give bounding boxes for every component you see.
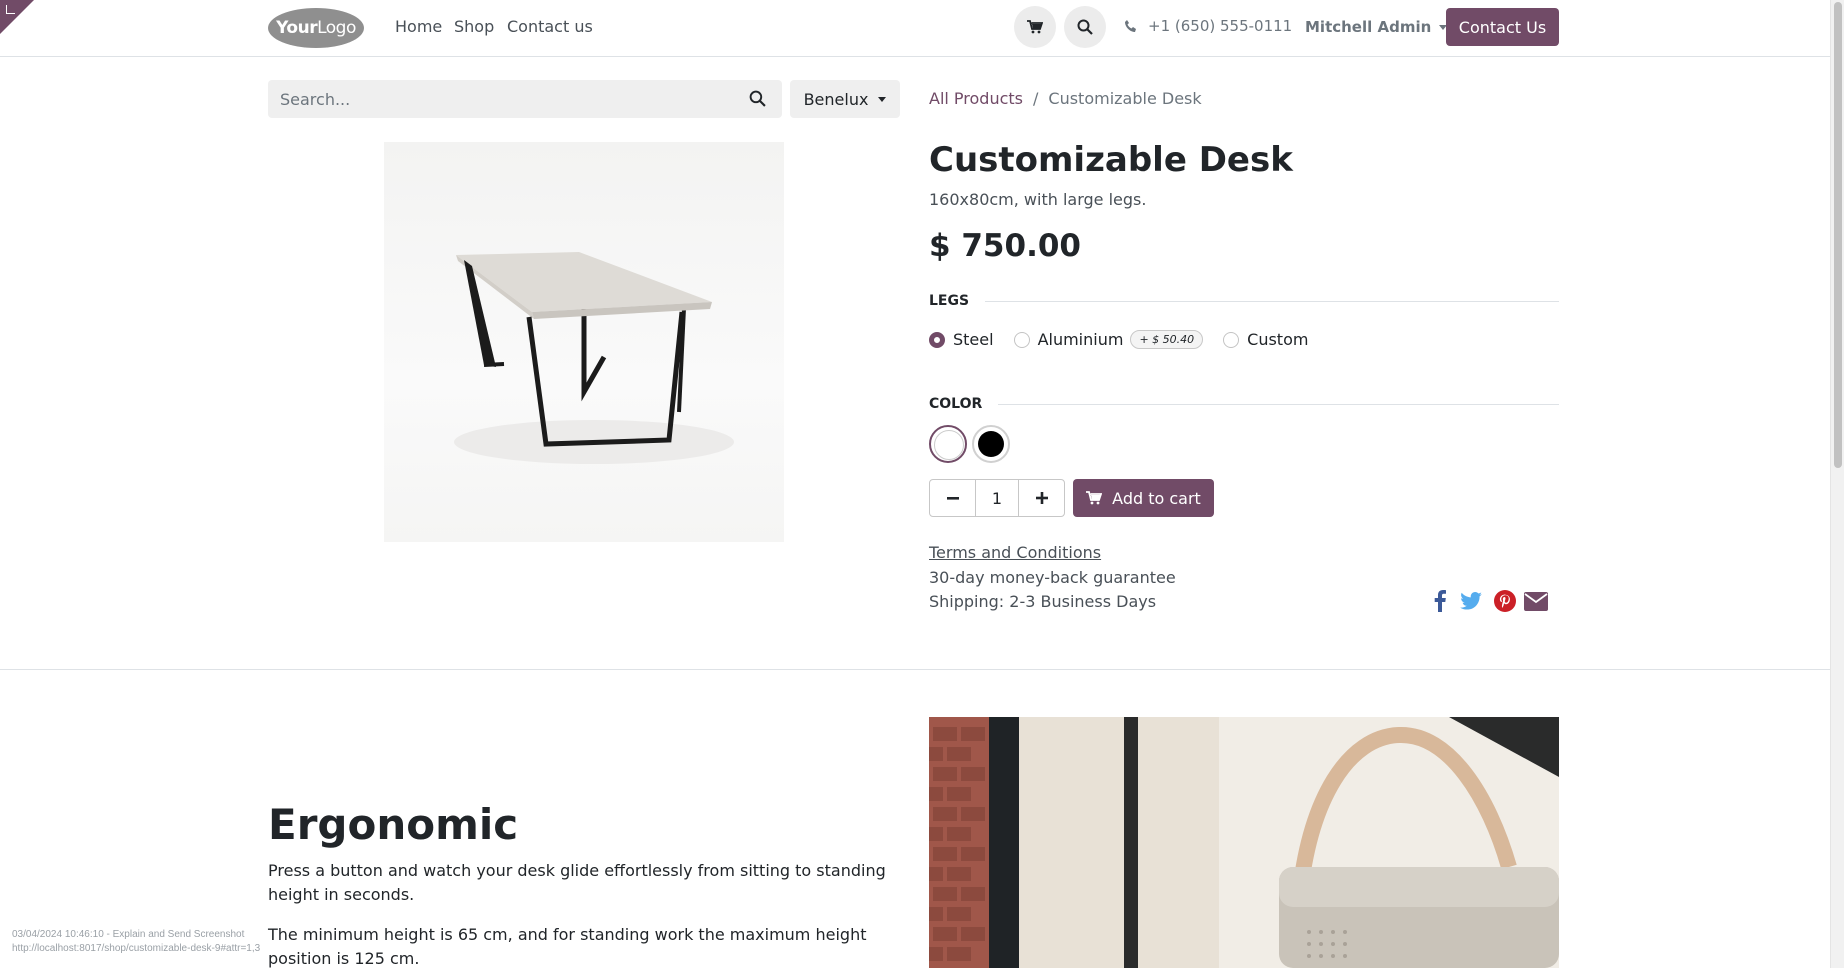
guarantee-text: 30-day money-back guarantee xyxy=(929,568,1176,587)
ergonomic-paragraph-1: Press a button and watch your desk glide… xyxy=(268,861,886,904)
share-twitter[interactable] xyxy=(1458,588,1484,614)
chevron-down-icon xyxy=(878,96,887,102)
scrollbar-thumb[interactable] xyxy=(1834,2,1842,468)
overlay-line-2: http://localhost:8017/shop/customizable-… xyxy=(12,943,261,954)
cart-icon xyxy=(1086,491,1103,505)
overlay-line-1: 03/04/2024 10:46:10 - Explain and Send S… xyxy=(12,929,245,940)
contact-us-button[interactable]: Contact Us xyxy=(1446,8,1559,46)
quantity-stepper: 1 xyxy=(929,479,1065,517)
page-scrollbar[interactable] xyxy=(1830,0,1844,968)
color-label: COLOR xyxy=(929,396,983,412)
shipping-text: Shipping: 2-3 Business Days xyxy=(929,592,1157,611)
section-divider xyxy=(985,300,1559,302)
option-custom-label[interactable]: Custom xyxy=(1247,330,1308,349)
logo-text-light: Logo xyxy=(317,18,356,38)
search-icon xyxy=(1077,19,1093,35)
product-description: 160x80cm, with large legs. xyxy=(929,190,1147,209)
corner-tab-icon xyxy=(6,5,15,14)
radio-custom[interactable] xyxy=(1223,331,1240,348)
ergonomic-heading: Ergonomic xyxy=(268,800,519,849)
share-pinterest[interactable] xyxy=(1492,588,1518,614)
add-to-cart-label: Add to cart xyxy=(1112,488,1201,508)
breadcrumb-all-products[interactable]: All Products xyxy=(929,89,1023,108)
quantity-increase-button[interactable] xyxy=(1019,480,1064,516)
section-divider xyxy=(998,403,1559,405)
legs-attribute-header: LEGS xyxy=(929,293,1559,309)
ergonomic-paragraph-2: The minimum height is 65 cm, and for sta… xyxy=(268,925,867,968)
user-menu[interactable]: Mitchell Admin xyxy=(1305,18,1448,36)
site-logo[interactable]: Your Logo xyxy=(268,8,364,48)
nav-shop[interactable]: Shop xyxy=(454,17,494,36)
cart-button[interactable] xyxy=(1014,6,1056,48)
radio-aluminium[interactable] xyxy=(1013,331,1030,348)
search-input[interactable] xyxy=(268,80,728,118)
product-title: Customizable Desk xyxy=(929,140,1293,180)
plus-icon xyxy=(1035,492,1048,504)
color-attribute-header: COLOR xyxy=(929,396,1559,412)
section-divider xyxy=(0,669,1830,670)
option-steel-label[interactable]: Steel xyxy=(953,330,994,349)
twitter-icon xyxy=(1460,592,1482,610)
phone-icon xyxy=(1125,20,1136,32)
share-email[interactable] xyxy=(1523,588,1549,614)
product-price: $ 750.00 xyxy=(929,228,1081,264)
terms-link[interactable]: Terms and Conditions xyxy=(929,543,1101,562)
option-aluminium-label[interactable]: Aluminium xyxy=(1038,330,1124,349)
quantity-decrease-button[interactable] xyxy=(930,480,975,516)
pinterest-icon xyxy=(1494,590,1516,612)
site-header: Your Logo Home Shop Contact us +1 (650) 5… xyxy=(0,0,1830,57)
pricelist-value: Benelux xyxy=(803,89,869,109)
breadcrumb-separator: / xyxy=(1033,89,1039,108)
facebook-icon xyxy=(1434,590,1446,612)
share-facebook[interactable] xyxy=(1427,588,1453,614)
color-swatch-black[interactable] xyxy=(972,425,1010,463)
envelope-icon xyxy=(1524,591,1548,611)
add-to-cart-button[interactable]: Add to cart xyxy=(1073,479,1214,517)
header-search-button[interactable] xyxy=(1064,6,1106,48)
product-image[interactable] xyxy=(384,142,784,542)
quantity-input[interactable]: 1 xyxy=(975,480,1019,516)
color-swatch-white[interactable] xyxy=(929,425,967,463)
cart-icon xyxy=(1027,20,1043,34)
logo-text-bold: Your xyxy=(276,18,318,38)
desk-illustration xyxy=(454,252,734,464)
speaker-lifestyle-image xyxy=(929,717,1559,968)
nav-contact-us[interactable]: Contact us xyxy=(507,17,593,36)
legs-options: Steel Aluminium + $ 50.40 Custom xyxy=(929,330,1308,349)
legs-label: LEGS xyxy=(929,293,970,309)
radio-steel[interactable] xyxy=(929,331,945,348)
price-extra-badge: + $ 50.40 xyxy=(1130,330,1204,349)
user-name: Mitchell Admin xyxy=(1305,18,1432,36)
product-search xyxy=(268,80,782,118)
phone-number: +1 (650) 555-0111 xyxy=(1148,17,1293,35)
search-icon[interactable] xyxy=(749,90,766,107)
nav-home[interactable]: Home xyxy=(395,17,442,36)
pricelist-dropdown[interactable]: Benelux xyxy=(790,80,900,118)
breadcrumb-current: Customizable Desk xyxy=(1048,89,1202,108)
header-phone[interactable]: +1 (650) 555-0111 xyxy=(1124,17,1292,35)
minus-icon xyxy=(946,497,959,500)
speaker-illustration xyxy=(929,717,1559,968)
screenshot-overlay: 03/04/2024 10:46:10 - Explain and Send S… xyxy=(12,928,260,956)
breadcrumb: All Products / Customizable Desk xyxy=(929,89,1202,108)
